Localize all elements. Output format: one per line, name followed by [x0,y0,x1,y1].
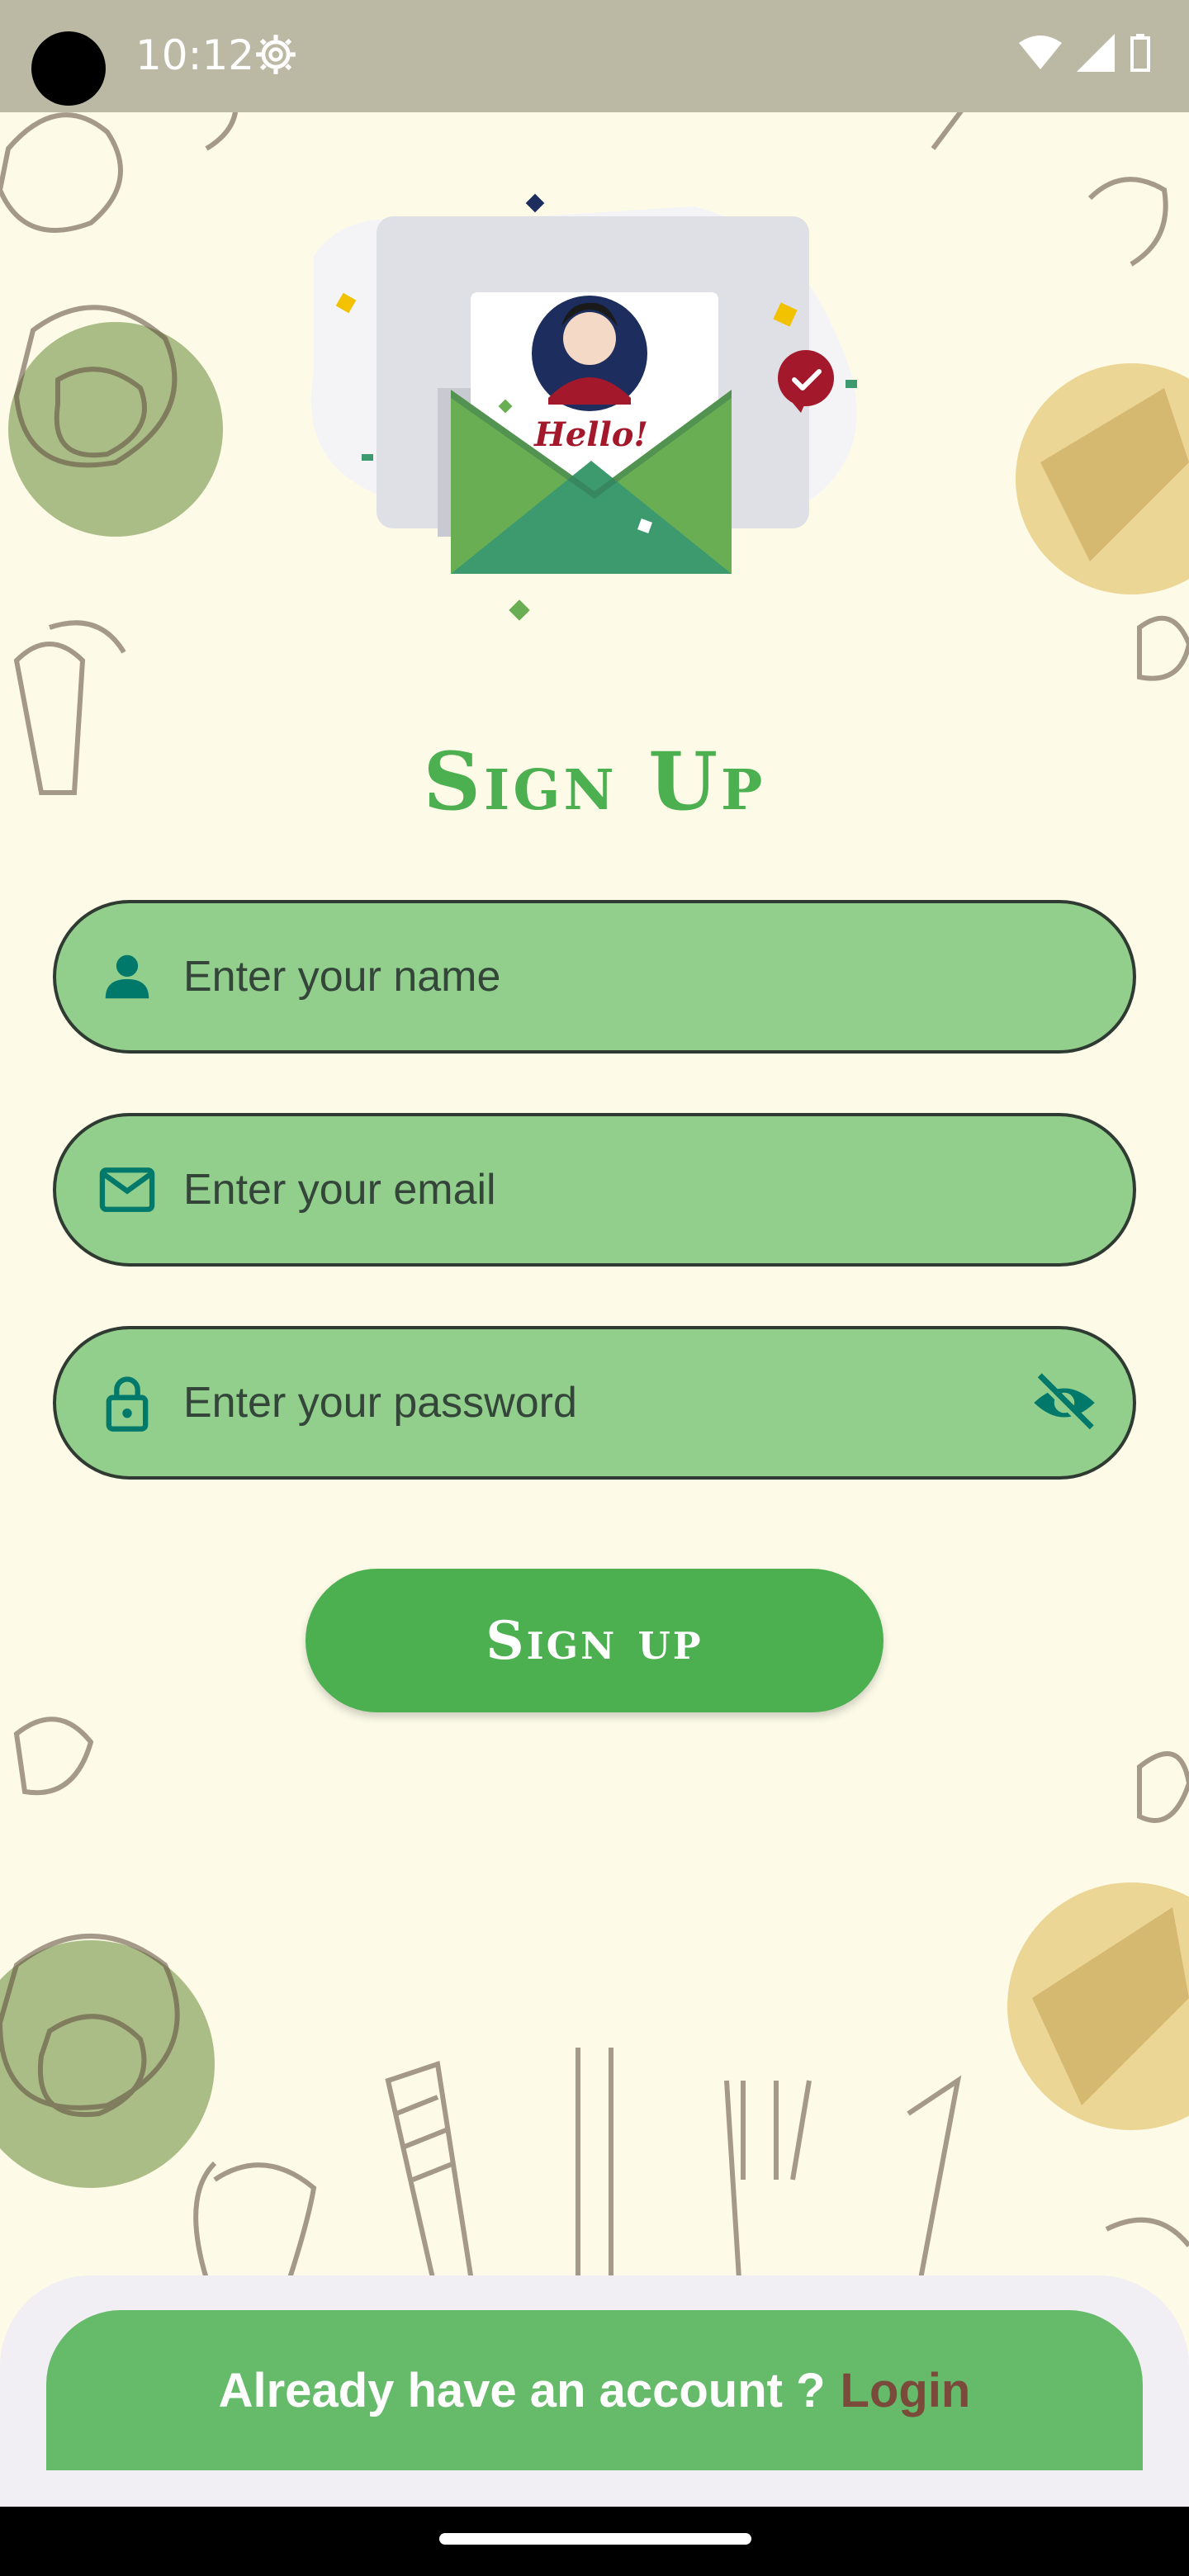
name-input[interactable] [183,952,1133,1002]
home-gesture-handle[interactable] [439,2533,751,2545]
login-link[interactable]: Login [841,2363,971,2418]
wifi-icon [1019,36,1062,69]
name-field[interactable] [53,900,1136,1054]
login-prompt-text: Already have an account ? [218,2363,826,2417]
camera-cutout [31,31,106,106]
status-time: 10:12 [135,31,255,79]
password-field[interactable] [53,1326,1136,1480]
hello-card-text: Hello! [533,415,648,454]
settings-gear-icon [256,35,296,74]
visibility-off-icon[interactable] [1027,1366,1101,1440]
mail-icon [94,1157,160,1223]
lock-icon [94,1370,160,1436]
signal-icon [1077,34,1115,72]
status-bar: 10:12 [0,0,1189,112]
email-input[interactable] [183,1165,1133,1215]
page-title: Sign Up [423,735,766,828]
login-prompt-bar: Already have an account ? Login [46,2310,1143,2470]
signup-screen: 10:12 Hello! Sign Up Enter your name Ent… [0,0,1189,2576]
email-field[interactable] [53,1113,1136,1267]
person-icon [94,944,160,1010]
status-icons [1019,33,1151,73]
envelope-illustration: Hello! [310,193,857,621]
battery-icon [1130,34,1150,72]
signup-button[interactable]: Sign up [306,1569,883,1712]
password-input[interactable] [183,1378,1027,1428]
